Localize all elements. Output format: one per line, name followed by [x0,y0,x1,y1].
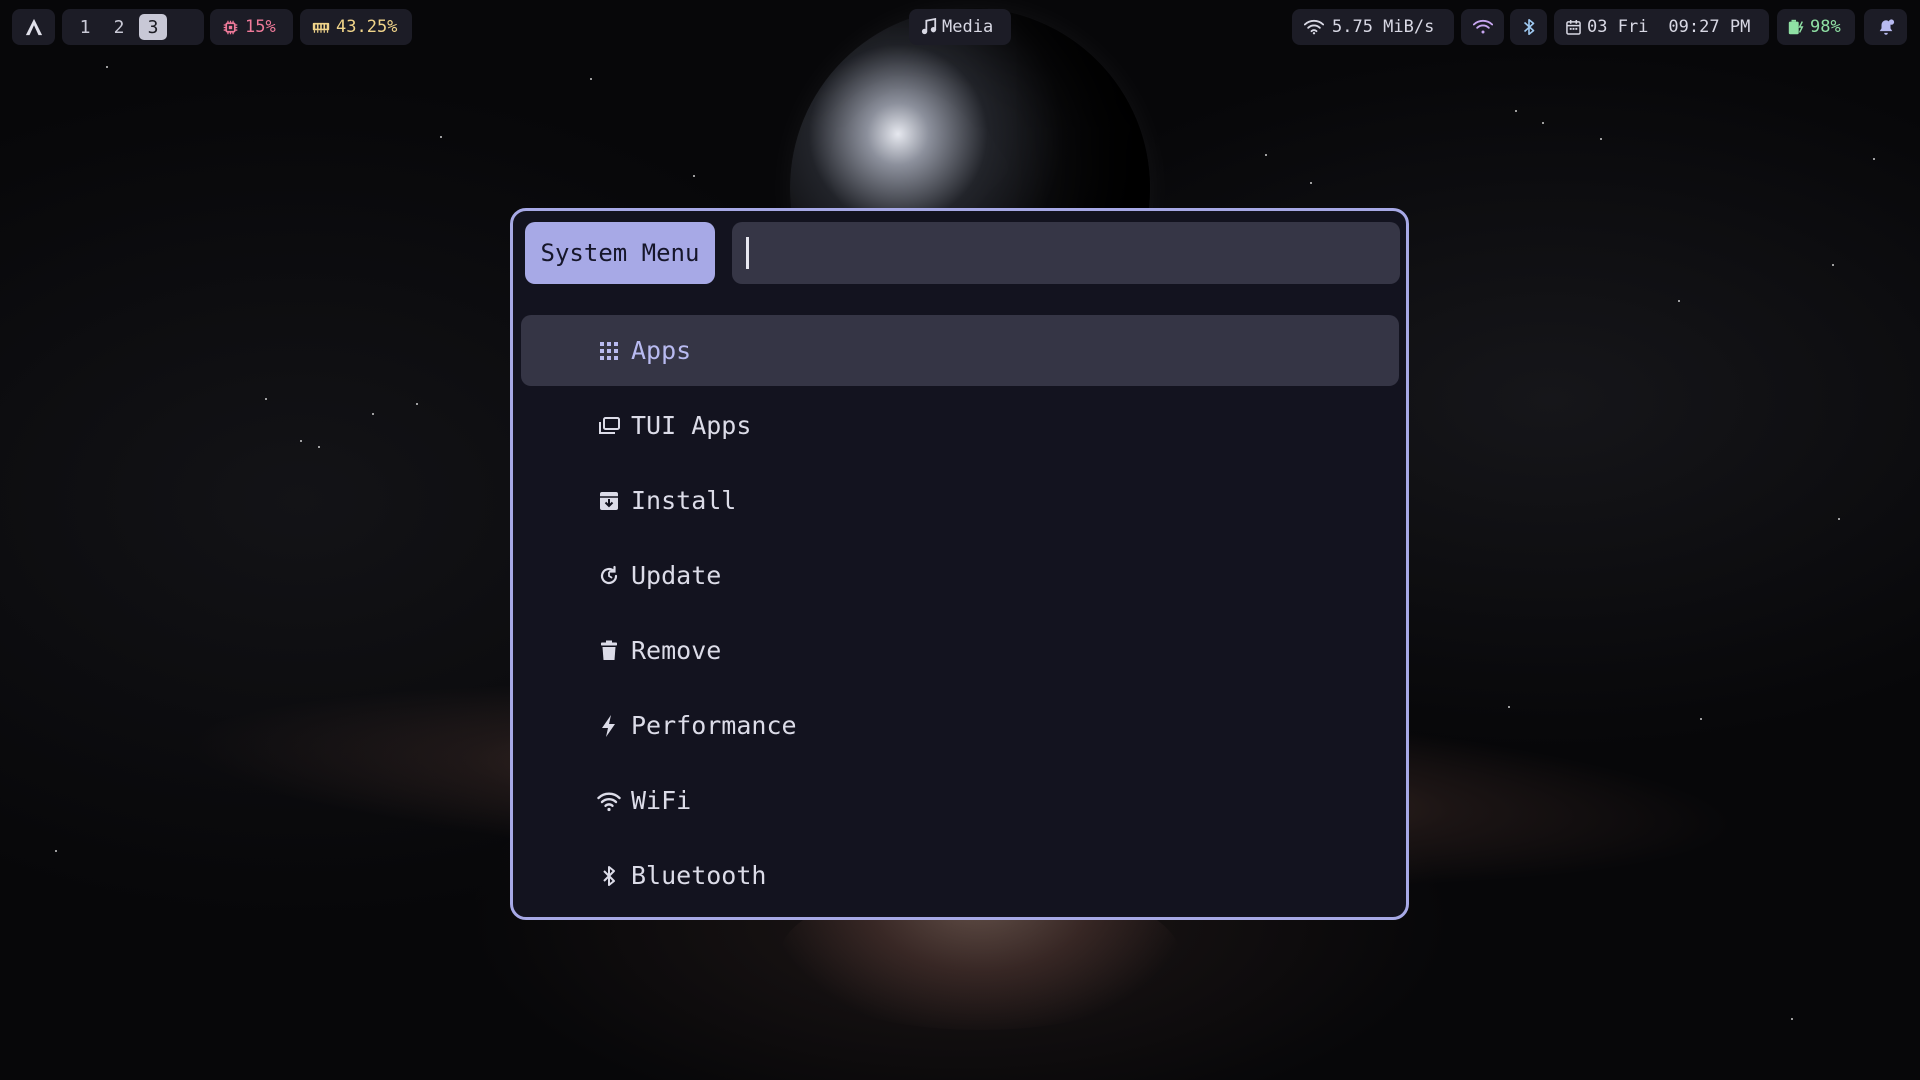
memory-usage: 43.25% [336,17,398,37]
menu-item-label: Install [631,486,737,515]
network-speed: 5.75 MiB/s [1332,17,1435,37]
menu-prompt-label: System Menu [525,222,715,284]
bell-notification-icon [1879,18,1894,35]
workspace-3[interactable]: 3 [139,14,167,40]
wifi-icon [597,792,621,811]
bluetooth-toggle[interactable] [1510,9,1547,45]
workspace-switcher: 1 2 3 [62,9,204,45]
menu-item-label: TUI Apps [631,411,752,440]
cpu-widget[interactable]: 15% [210,9,293,45]
cpu-usage: 15% [245,17,276,37]
terminal-windows-icon [599,416,620,434]
menu-item-label: Remove [631,636,722,665]
battery-charging-icon [1788,19,1804,35]
menu-item-label: Apps [631,336,692,365]
media-label: Media [942,17,994,37]
menu-item-performance[interactable]: Performance [521,690,1399,761]
workspace-1[interactable]: 1 [68,12,102,42]
arch-logo-icon [25,18,42,36]
media-widget[interactable]: Media [909,9,1011,45]
bluetooth-icon [603,865,615,886]
menu-item-install[interactable]: Install [521,465,1399,536]
trash-icon [601,640,617,660]
notifications-button[interactable] [1864,9,1907,45]
calendar-icon [1566,19,1581,35]
workspace-2[interactable]: 2 [102,12,136,42]
menu-item-update[interactable]: Update [521,540,1399,611]
clock-widget[interactable]: 03 Fri 09:27 PM [1554,9,1769,45]
search-field[interactable] [732,222,1400,284]
battery-widget[interactable]: 98% [1777,9,1855,45]
wireless-signal-icon [1472,20,1493,34]
menu-item-tui-apps[interactable]: TUI Apps [521,390,1399,461]
menu-list: Apps TUI Apps Install Update Remove Perf… [521,315,1399,915]
menu-item-bluetooth[interactable]: Bluetooth [521,840,1399,911]
menu-item-label: Bluetooth [631,861,767,890]
menu-item-label: Performance [631,711,797,740]
music-note-icon [921,18,937,35]
menu-item-remove[interactable]: Remove [521,615,1399,686]
system-menu-launcher: System Menu Apps TUI Apps Install Update… [510,208,1409,920]
search-input[interactable] [749,238,1353,268]
update-refresh-icon [600,565,618,584]
top-bar: 1 2 3 15% 43.25% Media 5.75 MiB/s 03 Fri… [0,0,1920,54]
battery-level: 98% [1810,17,1841,37]
install-box-icon [600,491,618,510]
launcher-button[interactable] [12,9,55,45]
menu-item-label: Update [631,561,722,590]
bluetooth-icon [1523,18,1534,36]
date-label: 03 Fri [1587,17,1649,37]
apps-grid-icon [600,341,618,360]
menu-item-apps[interactable]: Apps [521,315,1399,386]
time-label: 09:27 PM [1668,17,1751,37]
memory-ram-icon [312,22,330,33]
network-widget[interactable]: 5.75 MiB/s [1292,9,1454,45]
memory-widget[interactable]: 43.25% [300,9,412,45]
menu-item-wifi[interactable]: WiFi [521,765,1399,836]
hotspot-toggle[interactable] [1461,9,1504,45]
wifi-icon [1304,20,1324,35]
cpu-chip-icon [223,20,238,34]
menu-item-label: WiFi [631,786,692,815]
lightning-icon [602,714,615,737]
